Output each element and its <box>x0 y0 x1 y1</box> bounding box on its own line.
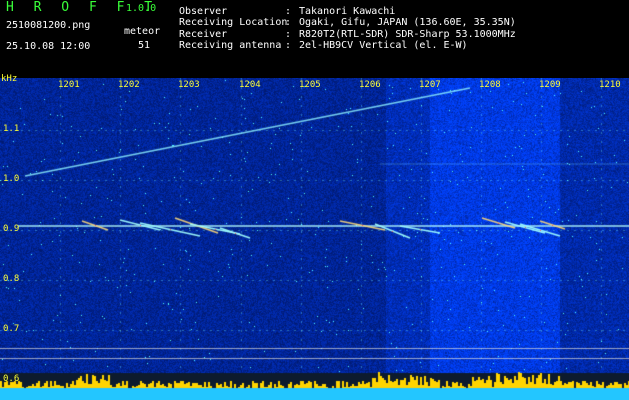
y-tick-label: 1.1 <box>3 124 20 134</box>
hroft-window: H R O F F T 1.0.0 2510081200.png 25.10.0… <box>0 0 629 400</box>
station-label-observer: Observer <box>179 6 228 17</box>
station-value-observer: Takanori Kawachi <box>299 6 396 17</box>
app-version: 1.0.0 <box>126 3 157 14</box>
meteor-label: meteor <box>124 26 161 37</box>
x-tick-label: 1207 <box>419 80 441 90</box>
file-datetime: 25.10.08 12:00 <box>6 41 91 52</box>
meteor-count: 51 <box>138 40 151 51</box>
x-tick-label: 1203 <box>178 80 200 90</box>
station-value-location: Ogaki, Gifu, JAPAN (136.60E, 35.35N) <box>299 17 516 28</box>
station-label-antenna: Receiving antenna <box>179 40 282 51</box>
station-colon-location: : <box>285 17 292 28</box>
file-name: 2510081200.png <box>6 20 91 31</box>
station-label-location: Receiving Location <box>179 17 288 28</box>
x-tick-label: 1208 <box>479 80 501 90</box>
x-tick-label: 1209 <box>539 80 561 90</box>
station-colon-antenna: : <box>285 40 292 51</box>
x-tick-label: 1202 <box>118 80 140 90</box>
station-label-receiver: Receiver <box>179 29 228 40</box>
x-tick-label: 1206 <box>359 80 381 90</box>
station-value-receiver: R820T2(RTL-SDR) SDR-Sharp 53.1000MHz <box>299 29 516 40</box>
y-tick-label: 0.8 <box>3 274 20 284</box>
spectrogram-canvas <box>0 78 629 400</box>
y-tick-label: 0.6 <box>3 374 20 384</box>
x-tick-label: 1210 <box>599 80 621 90</box>
station-colon-receiver: : <box>285 29 292 40</box>
x-tick-label: 1205 <box>299 80 321 90</box>
y-tick-label: 0.9 <box>3 224 20 234</box>
x-tick-label: 1204 <box>239 80 261 90</box>
station-colon-observer: : <box>285 6 292 17</box>
y-axis-unit: kHz <box>1 74 18 84</box>
spectrogram <box>0 78 629 400</box>
station-value-antenna: 2el-HB9CV Vertical (el. E-W) <box>299 40 468 51</box>
y-tick-label: 1.0 <box>3 174 20 184</box>
x-tick-label: 1201 <box>58 80 80 90</box>
y-tick-label: 0.7 <box>3 324 20 334</box>
